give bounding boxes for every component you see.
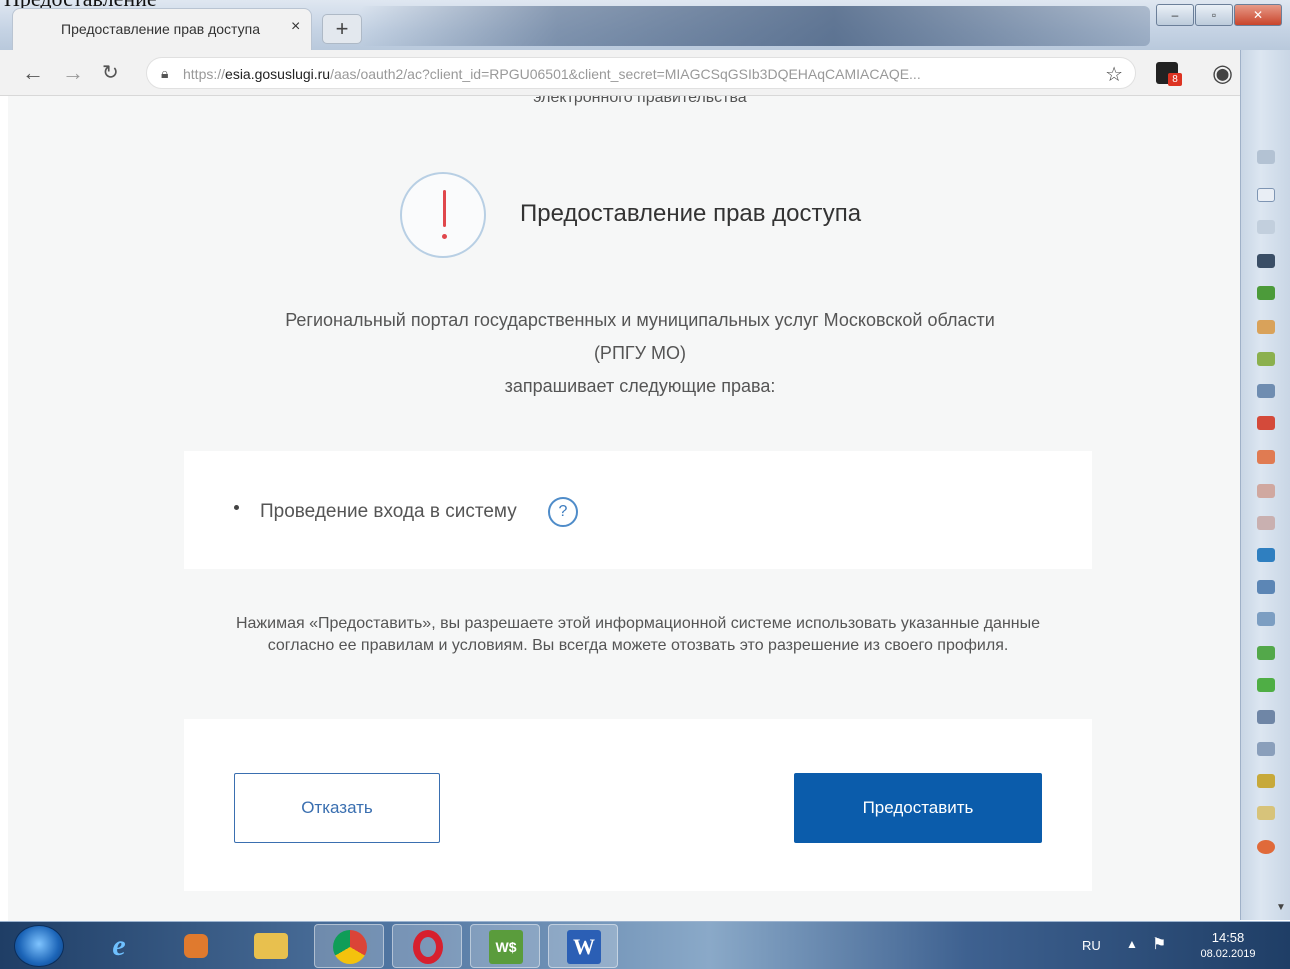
scroll-down-icon[interactable]: ▼ — [1276, 902, 1286, 913]
folder-icon — [254, 933, 288, 959]
profile-icon[interactable]: ◉ — [1212, 59, 1233, 88]
page-title: Предоставление прав доступа — [520, 200, 862, 227]
address-bar[interactable]: 🔒︎ https://esia.gosuslugi.ru/aas/oauth2/… — [146, 57, 1136, 89]
strip-item-icon[interactable] — [1257, 254, 1275, 268]
permission-label: Проведение входа в систему — [260, 501, 517, 522]
strip-item-icon[interactable] — [1257, 352, 1275, 366]
consent-page: электронного правительства Предоставлени… — [8, 96, 1240, 921]
permission-item: Проведение входа в систему ? — [184, 451, 1092, 569]
star-icon[interactable]: ☆ — [1105, 62, 1123, 87]
permissions-card: Проведение входа в систему ? Нажимая «Пр… — [184, 451, 1092, 891]
strip-item-icon[interactable] — [1257, 416, 1275, 430]
taskbar-opera[interactable] — [392, 924, 462, 968]
tray-expand-icon[interactable]: ▲ — [1126, 937, 1138, 951]
strip-item-icon[interactable] — [1257, 742, 1275, 756]
strip-item-icon[interactable] — [1257, 646, 1275, 660]
extension-badge: 8 — [1168, 73, 1182, 86]
language-indicator[interactable]: RU — [1082, 938, 1101, 953]
requester-request-text: запрашивает следующие права: — [504, 376, 776, 396]
strip-item-icon[interactable] — [1257, 220, 1275, 234]
grant-button[interactable]: Предоставить — [794, 773, 1042, 843]
strip-item-icon[interactable] — [1257, 612, 1275, 626]
requester-abbreviation: (РПГУ МО) — [593, 343, 687, 363]
strip-item-icon[interactable] — [1257, 516, 1275, 530]
close-window-button[interactable]: ✕ — [1234, 4, 1282, 26]
refuse-button[interactable]: Отказать — [234, 773, 440, 843]
cut-off-heading: электронного правительства — [533, 96, 747, 106]
strip-item-icon[interactable] — [1257, 150, 1275, 164]
minimize-button[interactable]: – — [1156, 4, 1194, 26]
taskbar-media-player[interactable] — [160, 924, 230, 968]
tab-title: Предоставление прав доступа — [61, 21, 260, 37]
consent-notice-text: Нажимая «Предоставить», вы разрешаете эт… — [235, 615, 1041, 654]
alert-icon-dot — [442, 234, 447, 239]
opera-icon — [413, 930, 443, 964]
url-text[interactable]: https://esia.gosuslugi.ru/aas/oauth2/ac?… — [183, 66, 921, 82]
lock-icon: 🔒︎ — [161, 65, 169, 81]
window-titlebar: Предоставление Предоставление прав досту… — [0, 0, 1290, 50]
taskbar-chrome[interactable] — [314, 924, 384, 968]
maximize-button[interactable]: ▫ — [1195, 4, 1233, 26]
titlebar-gradient — [360, 6, 1150, 46]
ie-icon: e — [112, 929, 126, 962]
strip-item-icon[interactable] — [1257, 548, 1275, 562]
strip-item-icon[interactable] — [1257, 710, 1275, 724]
back-icon[interactable]: ← — [22, 60, 44, 86]
browser-tab[interactable]: Предоставление прав доступа × — [12, 8, 312, 50]
clock-time: 14:58 — [1211, 930, 1245, 945]
strip-item-icon[interactable] — [1257, 384, 1275, 398]
strip-item-icon[interactable] — [1257, 580, 1275, 594]
browser-toolbar: ← → ↻ 🔒︎ https://esia.gosuslugi.ru/aas/o… — [0, 50, 1290, 96]
taskbar-explorer[interactable] — [236, 924, 306, 968]
strip-item-icon[interactable] — [1257, 806, 1275, 820]
ws-app-icon: W$ — [489, 930, 523, 964]
taskbar: e W$ W RU ▲ ⚑ 14:58 08.02.2019 — [0, 921, 1290, 969]
reload-icon[interactable]: ↻ — [102, 60, 119, 85]
consent-notice: Нажимая «Предоставить», вы разрешаете эт… — [184, 569, 1092, 719]
strip-item-icon[interactable] — [1257, 320, 1275, 334]
strip-item-icon[interactable] — [1257, 840, 1275, 854]
start-button[interactable] — [14, 925, 64, 967]
clock-date: 08.02.2019 — [1200, 948, 1256, 960]
alert-icon — [400, 172, 486, 258]
taskbar-word[interactable]: W — [548, 924, 618, 968]
taskbar-ie[interactable]: e — [84, 924, 154, 968]
taskbar-ws-app[interactable]: W$ — [470, 924, 540, 968]
new-tab-button[interactable]: + — [322, 14, 362, 44]
window-controls: – ▫ ✕ — [1155, 4, 1282, 26]
requester-description: Региональный портал государственных и му… — [8, 304, 1240, 403]
alert-icon-bar — [443, 190, 446, 227]
media-player-icon — [184, 934, 208, 958]
tab-close-icon[interactable]: × — [291, 18, 300, 36]
requester-name: Региональный портал государственных и му… — [285, 310, 995, 330]
action-center-flag-icon[interactable]: ⚑ — [1152, 934, 1166, 954]
strip-item-icon[interactable] — [1257, 286, 1275, 300]
strip-item-icon[interactable] — [1257, 450, 1275, 464]
bullet — [234, 505, 239, 510]
strip-item-icon[interactable] — [1257, 484, 1275, 498]
strip-item-icon[interactable] — [1257, 188, 1275, 202]
forward-icon[interactable]: → — [62, 60, 84, 86]
system-clock[interactable]: 14:58 08.02.2019 — [1188, 930, 1268, 962]
side-toolbar-strip — [1240, 50, 1290, 920]
strip-item-icon[interactable] — [1257, 678, 1275, 692]
strip-item-icon[interactable] — [1257, 774, 1275, 788]
help-icon[interactable]: ? — [548, 497, 578, 527]
chrome-icon — [333, 930, 367, 964]
word-icon: W — [567, 930, 601, 964]
